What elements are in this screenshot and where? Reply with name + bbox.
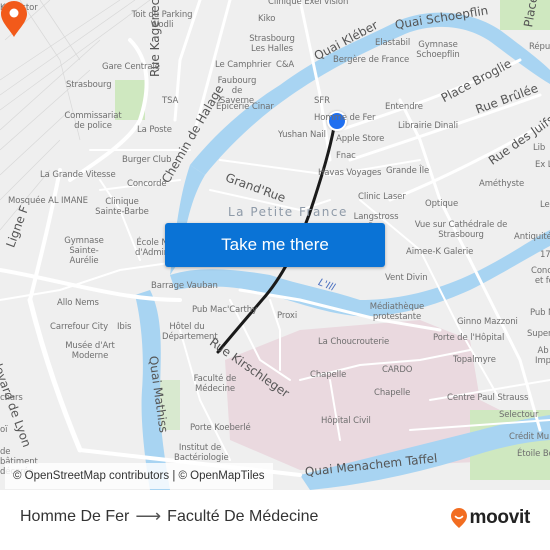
poi-label: Ginno Mazzoni [457,317,518,327]
poi-label: Musée d'Art Moderne [65,341,115,361]
poi-label: La Choucrouterie [318,337,390,347]
poi-label: Strasbourg Les Halles [249,34,295,54]
poi-label: Médiathèque protestante [369,302,425,322]
poi-label: Mosquée AL IMANE [8,196,88,206]
poi-label: Havas Voyages [318,168,382,178]
map-view[interactable]: Quai Kléber Quai Schoepflin Place Brogli… [0,0,550,490]
poi-label: Améthyste [479,179,525,189]
poi-label: Barrage Vauban [151,281,218,291]
poi-label: Gymnase Schoepflin [416,40,460,60]
poi-label: Allo Nems [57,298,99,308]
poi-label: Crédit Mu [509,432,550,442]
poi-label: Fnac [336,151,356,161]
poi-label: Hôpital Civil [321,416,371,426]
poi-label: Épicerie Cinar [216,102,274,112]
moovit-pin-icon [450,508,467,528]
poi-label: Toit du Parking Wodli [131,10,193,30]
poi-label: Clinique Exel vision [268,0,349,7]
poi-label: TSA [162,96,179,106]
poi-label: Grande Île [386,166,430,176]
poi-label: Yushan Nail [278,130,326,140]
poi-label: Selectour [499,410,539,420]
poi-label: Ex L [535,160,550,170]
poi-label: Lib [533,143,546,153]
poi-label: Ab Imp [535,346,550,366]
poi-label: Carrefour City [50,322,109,332]
poi-label: Chapelle [310,370,347,380]
poi-label: Elastabil [375,38,411,48]
poi-label: SFR [314,96,330,106]
poi-label: Burger Club [122,155,172,165]
poi-label: Kiko [258,14,276,24]
poi-label: Entendre [385,102,423,112]
poi-label: Gare Centrale [102,62,160,72]
poi-label: Proxi [277,311,298,321]
poi-label: C&A [276,60,295,70]
poi-label: Le Camphrier [215,60,272,70]
poi-label: Répu [529,42,550,52]
poi-label: Topalmyre [453,355,496,365]
poi-label: Centre Paul Strauss [447,393,529,403]
poi-label: Clinique Sainte-Barbe [95,197,149,217]
poi-label: Pub N [530,308,550,318]
poi-label: Vent Divin [385,273,428,283]
poi-label: Apple Store [336,134,385,144]
poi-label: Hôtel du Département [162,322,218,342]
poi-label: Strasbourg [66,80,112,90]
route-origin: Homme De Fer [20,507,130,525]
poi-label: Bergère de France [333,55,410,65]
poi-label: Librairie Dinali [398,121,458,131]
route-destination: Faculté De Médecine [167,507,319,525]
poi-label: Chapelle [374,388,411,398]
poi-label: Antiquité [514,232,550,242]
poi-label: oï [0,425,8,435]
destination-label: Faculté de Médecine [193,374,237,394]
map-attribution: © OpenStreetMap contributors | © OpenMap… [5,463,273,489]
poi-label: Étoile Bo [517,449,550,459]
poi-label: Super [527,329,550,339]
poi-label: Pub Mac'Carthy [192,305,258,315]
poi-label: Gymnase Sainte-Aurélie [64,236,104,266]
poi-label: Optique [425,199,459,209]
poi-label: Aimee-K Galerie [406,247,474,257]
poi-label: chars [0,393,23,403]
poi-label: Concep et for [531,266,550,286]
poi-label: CARDO [382,365,413,375]
take-me-there-button[interactable]: Take me there [165,223,385,267]
destination-pin-icon[interactable] [0,0,28,38]
poi-label: Commissariat de police [64,111,122,131]
poi-label: Porte Koeberlé [190,423,251,433]
poi-label: Clinic Laser [358,192,406,202]
poi-label: Institut de Bactériologie [174,443,229,463]
poi-label: 17 [540,250,550,260]
poi-label: La Grande Vitesse [40,170,116,180]
poi-label: Le [540,200,550,210]
moovit-wordmark: moovit [469,507,531,528]
district-label: La Petite France [228,205,348,219]
origin-label: Homme de Fer [314,113,376,123]
poi-label: Vue sur Cathédrale de Strasbourg [414,220,508,240]
poi-label: Concorde [127,179,167,189]
poi-label: Porte de l'Hôpital [433,333,505,343]
poi-label: Ibis [117,322,132,332]
poi-label: La Poste [137,125,172,135]
arrow-right-icon: ⟶ [135,506,162,526]
footer: Homme De Fer ⟶ Faculté De Médecine moovi… [0,490,550,550]
route-title: Homme De Fer ⟶ Faculté De Médecine [20,506,318,527]
moovit-logo[interactable]: moovit [450,507,530,529]
